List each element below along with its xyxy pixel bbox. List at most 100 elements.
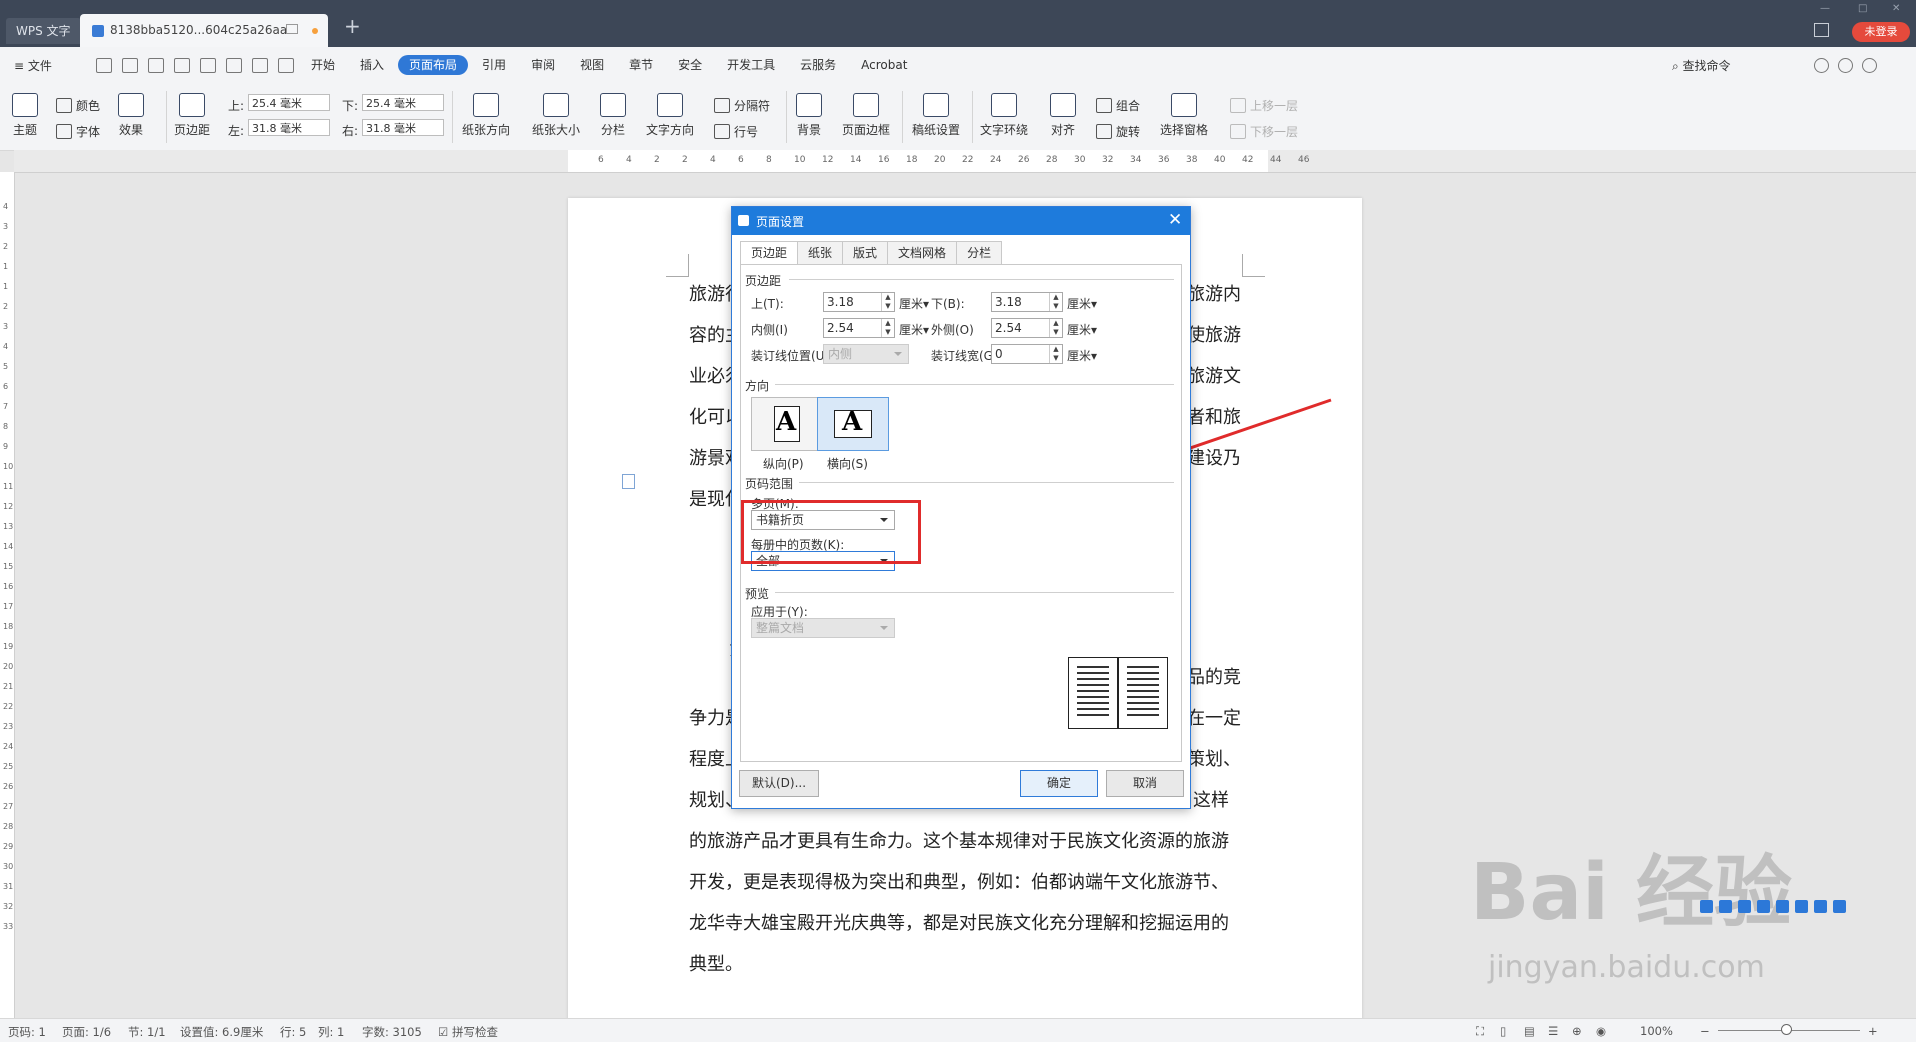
- preview-text-line: [1077, 696, 1109, 698]
- zoom-out-icon[interactable]: −: [1700, 1024, 1710, 1038]
- section-divider: [775, 592, 1174, 593]
- web-view-icon[interactable]: ⊕: [1572, 1024, 1582, 1038]
- gutter-width-spin[interactable]: 0 ▲ ▼: [991, 344, 1063, 364]
- preview-left-page: [1068, 657, 1118, 729]
- floating-toolbar: [1700, 900, 1900, 918]
- fullscreen-icon[interactable]: ⛶: [1476, 1024, 1484, 1039]
- top-margin-spin[interactable]: 3.18 ▲ ▼: [823, 292, 895, 312]
- gutter-position-value: 内侧: [828, 347, 853, 361]
- preview-text-line: [1077, 708, 1109, 710]
- outer-unit-select[interactable]: 厘米▾: [1067, 321, 1097, 338]
- status-section: 节: 1/1: [128, 1025, 166, 1039]
- unit-label: 厘米: [899, 323, 924, 337]
- portrait-option[interactable]: A: [751, 397, 823, 451]
- bottom-label: 下(B):: [931, 297, 965, 311]
- top-unit-select[interactable]: 厘米▾: [899, 295, 929, 312]
- default-button[interactable]: 默认(D)...: [739, 770, 819, 797]
- landscape-label: 横向(S): [827, 457, 868, 471]
- preview-text-line: [1077, 714, 1109, 716]
- status-col: 列: 1: [318, 1025, 345, 1039]
- tool-icon[interactable]: [1833, 900, 1846, 913]
- preview-text-line: [1127, 702, 1159, 704]
- read-mode-icon[interactable]: ▯: [1500, 1024, 1506, 1038]
- preview-text-line: [1127, 714, 1159, 716]
- annotation-highlight-box: [741, 500, 921, 564]
- tool-icon[interactable]: [1814, 900, 1827, 913]
- outer-label: 外侧(O): [931, 323, 974, 337]
- watermark-url: jingyan.baidu.com: [1488, 950, 1765, 985]
- unit-label: 厘米: [899, 297, 924, 311]
- ok-button[interactable]: 确定: [1020, 770, 1098, 797]
- section-divider: [775, 384, 1174, 385]
- eye-protect-icon[interactable]: ◉: [1596, 1024, 1606, 1038]
- dialog-tab[interactable]: 分栏: [956, 241, 1003, 264]
- top-label: 上(T):: [751, 297, 784, 311]
- gutter-unit-select[interactable]: 厘米▾: [1067, 347, 1097, 364]
- spell-check[interactable]: ☑ 拼写检查: [438, 1024, 498, 1040]
- dialog-tab[interactable]: 版式: [842, 241, 889, 264]
- preview-text-line: [1127, 666, 1159, 668]
- dialog-title: 页面设置: [756, 215, 805, 229]
- gutter-width-value: 0: [995, 347, 1003, 361]
- dialog-tab[interactable]: 文档网格: [887, 241, 958, 264]
- zoom-level[interactable]: 100%: [1640, 1024, 1673, 1038]
- preview-text-line: [1127, 684, 1159, 686]
- dialog-tabs: 页边距 纸张 版式 文档网格 分栏: [740, 241, 1003, 265]
- cancel-button[interactable]: 取消: [1106, 770, 1184, 797]
- preview-text-line: [1077, 678, 1109, 680]
- booklet-preview: [1068, 657, 1168, 730]
- preview-text-line: [1127, 690, 1159, 692]
- preview-text-line: [1077, 672, 1109, 674]
- spin-arrows-icon[interactable]: ▲ ▼: [1049, 345, 1062, 363]
- spin-arrows-icon[interactable]: ▲ ▼: [881, 319, 894, 337]
- top-margin-value: 3.18: [827, 295, 854, 309]
- outer-margin-value: 2.54: [995, 321, 1022, 335]
- dialog-title-bar[interactable]: 页面设置 ✕: [732, 207, 1190, 235]
- status-words[interactable]: 字数: 3105: [362, 1024, 422, 1040]
- section-divider: [799, 482, 1174, 483]
- tool-icon[interactable]: [1738, 900, 1751, 913]
- outline-view-icon[interactable]: ☰: [1548, 1024, 1558, 1038]
- tool-icon[interactable]: [1795, 900, 1808, 913]
- tool-icon[interactable]: [1757, 900, 1770, 913]
- status-page-code: 页码: 1: [8, 1025, 46, 1039]
- portrait-label: 纵向(P): [763, 457, 804, 471]
- zoom-in-icon[interactable]: +: [1868, 1024, 1878, 1038]
- spell-check-label: 拼写检查: [451, 1025, 498, 1039]
- margins-section-title: 页边距: [745, 274, 782, 288]
- tool-icon[interactable]: [1719, 900, 1732, 913]
- portrait-glyph: A: [776, 407, 797, 437]
- spin-arrows-icon[interactable]: ▲ ▼: [1049, 293, 1062, 311]
- unit-label: 厘米: [1067, 323, 1092, 337]
- outer-margin-spin[interactable]: 2.54 ▲ ▼: [991, 318, 1063, 338]
- inner-margin-spin[interactable]: 2.54 ▲ ▼: [823, 318, 895, 338]
- dialog-close-icon[interactable]: ✕: [1168, 210, 1182, 230]
- preview-right-page: [1118, 657, 1168, 729]
- watermark-main: Bai 经验: [1470, 848, 1792, 938]
- unit-label: 厘米: [1067, 349, 1092, 363]
- gutter-position-select[interactable]: 内侧: [823, 344, 909, 364]
- preview-section-title: 预览: [745, 587, 770, 601]
- spin-arrows-icon[interactable]: ▲ ▼: [1049, 319, 1062, 337]
- preview-text-line: [1077, 684, 1109, 686]
- page-view-icon[interactable]: ▤: [1524, 1024, 1535, 1038]
- bottom-unit-select[interactable]: 厘米▾: [1067, 295, 1097, 312]
- inner-unit-select[interactable]: 厘米▾: [899, 321, 929, 338]
- bottom-margin-spin[interactable]: 3.18 ▲ ▼: [991, 292, 1063, 312]
- bottom-margin-value: 3.18: [995, 295, 1022, 309]
- apply-to-select[interactable]: 整篇文档: [751, 618, 895, 638]
- status-page[interactable]: 页面: 1/6: [62, 1024, 111, 1040]
- status-setting: 设置值: 6.9厘米: [180, 1025, 264, 1039]
- zoom-slider-knob[interactable]: [1781, 1024, 1792, 1035]
- dialog-tab[interactable]: 纸张: [797, 241, 844, 264]
- spin-arrows-icon[interactable]: ▲ ▼: [881, 293, 894, 311]
- dropdown-arrow-icon: [880, 626, 888, 630]
- tool-icon[interactable]: [1776, 900, 1789, 913]
- dialog-tab[interactable]: 页边距: [740, 241, 799, 265]
- dropdown-arrow-icon: [894, 352, 902, 356]
- landscape-option[interactable]: A: [817, 397, 889, 451]
- inner-label: 内侧(I): [751, 323, 788, 337]
- tool-icon[interactable]: [1700, 900, 1713, 913]
- preview-text-line: [1127, 672, 1159, 674]
- section-divider: [789, 279, 1174, 280]
